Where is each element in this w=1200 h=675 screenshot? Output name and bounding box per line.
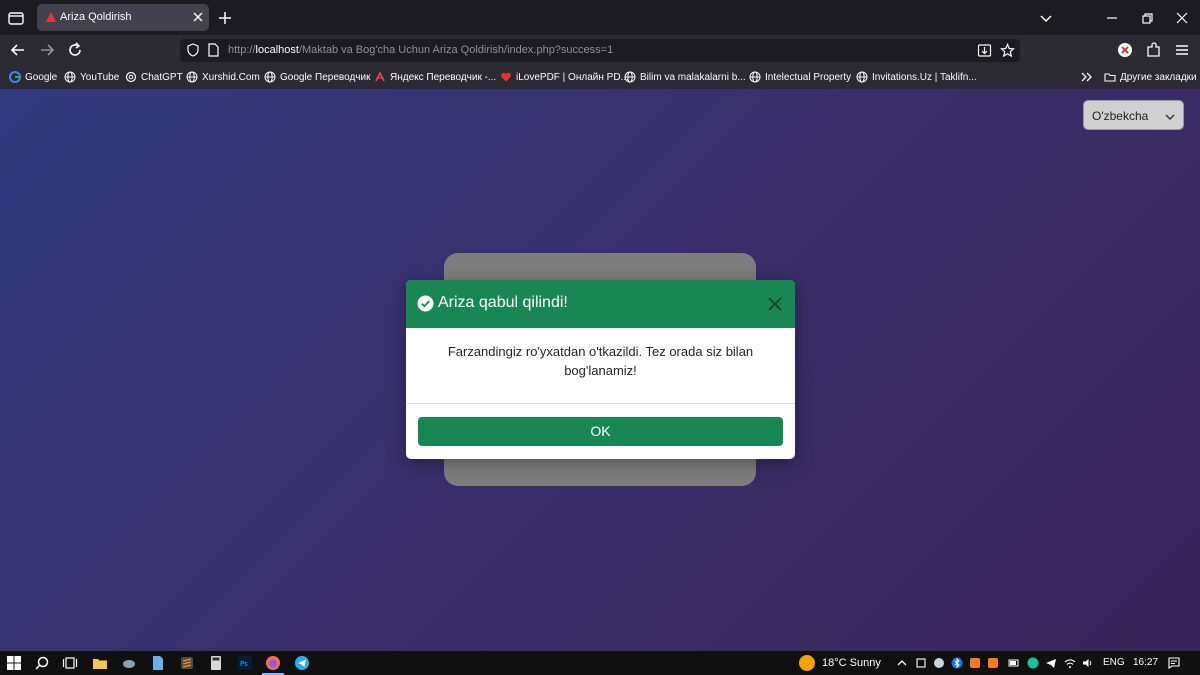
bookmarks-bar: Google YouTube ChatGPT Xurshid.Com Googl… (0, 65, 1200, 89)
bluetooth-icon[interactable] (951, 657, 963, 669)
xampp-icon[interactable] (969, 657, 981, 669)
yandex-icon (375, 71, 385, 82)
weather-text[interactable]: 18°C Sunny (822, 657, 881, 669)
double-chevron-right-icon[interactable] (1080, 70, 1094, 84)
menu-icon[interactable] (1173, 41, 1191, 59)
globe-icon (186, 71, 198, 83)
globe-icon (624, 71, 636, 83)
globe-icon (749, 71, 761, 83)
minimize-icon[interactable] (1104, 10, 1120, 26)
shield-icon[interactable] (186, 43, 200, 57)
xampp-icon[interactable] (987, 657, 999, 669)
new-tab-icon[interactable] (217, 10, 233, 26)
page-viewport: O'zbekcha Ariza qabul qilindi! Farzandin… (0, 89, 1200, 651)
windows-start-icon[interactable] (6, 655, 22, 671)
firefox-icon[interactable] (265, 655, 281, 671)
extension-x-icon[interactable] (1116, 41, 1134, 59)
language-select[interactable]: O'zbekcha (1083, 100, 1184, 130)
success-modal: Ariza qabul qilindi! Farzandingiz ro'yxa… (406, 280, 795, 459)
app-bird-icon[interactable] (121, 655, 137, 671)
browser-navigation-bar: http://localhost/Maktab va Bog'cha Uchun… (0, 35, 1200, 65)
bookmark-item[interactable]: Google (9, 70, 57, 84)
file-explorer-icon[interactable] (92, 655, 108, 671)
globe-icon (64, 71, 76, 83)
favicon-icon (46, 12, 56, 22)
telegram-tray-icon[interactable] (1045, 657, 1057, 669)
photoshop-icon[interactable]: Ps (237, 655, 253, 671)
globe-icon (264, 71, 276, 83)
extensions-puzzle-icon[interactable] (1145, 41, 1163, 59)
browser-tab-active[interactable]: Ariza Qoldirish (37, 4, 209, 31)
bookmark-item[interactable]: ChatGPT (125, 70, 183, 84)
language-select-value: O'zbekcha (1092, 109, 1149, 123)
check-circle-icon (417, 295, 434, 312)
bookmark-item[interactable]: Bilim va malakalarni b... (624, 70, 746, 84)
sun-icon[interactable] (799, 655, 815, 671)
browser-tab-bar: Ariza Qoldirish (0, 0, 1200, 35)
reload-icon[interactable] (66, 41, 84, 59)
bookmark-item[interactable]: Intelectual Property (749, 70, 851, 84)
bookmark-item[interactable]: YouTube (64, 70, 119, 84)
task-view-icon[interactable] (62, 655, 78, 671)
close-tab-icon[interactable] (191, 10, 205, 24)
svg-text:Ps: Ps (240, 660, 248, 668)
input-language[interactable]: ENG (1103, 657, 1125, 668)
back-arrow-icon[interactable] (9, 41, 27, 59)
tray-app-icon[interactable] (915, 657, 927, 669)
install-app-icon[interactable] (977, 43, 992, 58)
chevron-down-icon (1165, 114, 1175, 120)
modal-message: Farzandingiz ro'yxatdan o'tkazildi. Tez … (447, 344, 754, 378)
bookmark-item[interactable]: Google Переводчик (264, 70, 370, 84)
address-bar[interactable]: http://localhost/Maktab va Bog'cha Uchun… (180, 39, 1020, 62)
clock[interactable]: 16:27 (1133, 657, 1158, 668)
steam-icon[interactable] (933, 657, 945, 669)
chevron-down-icon[interactable] (1039, 11, 1053, 25)
forward-arrow-icon[interactable] (38, 41, 56, 59)
heart-icon (501, 72, 511, 82)
sublime-text-icon[interactable] (179, 655, 195, 671)
app-document-icon[interactable] (150, 655, 166, 671)
calculator-icon[interactable] (208, 655, 224, 671)
bookmark-star-icon[interactable] (1000, 43, 1015, 58)
globe-icon (856, 71, 868, 83)
modal-title: Ariza qabul qilindi! (438, 294, 568, 311)
bookmark-item[interactable]: Xurshid.Com (186, 70, 260, 84)
close-window-icon[interactable] (1174, 10, 1190, 26)
chatgpt-icon (125, 71, 137, 83)
wifi-icon[interactable] (1064, 657, 1076, 669)
other-bookmarks-folder[interactable]: Другие закладки (1104, 70, 1197, 84)
tab-title: Ariza Qoldirish (60, 11, 132, 23)
windows-taskbar: Ps 18°C Sunny ENG 16:27 (0, 651, 1200, 675)
bookmark-item[interactable]: iLovePDF | Онлайн PD... (500, 70, 629, 84)
bookmark-item[interactable]: Invitations.Uz | Taklifn... (856, 70, 977, 84)
search-icon[interactable] (34, 655, 50, 671)
modal-body: Farzandingiz ro'yxatdan o'tkazildi. Tez … (406, 328, 795, 404)
restore-icon[interactable] (1139, 10, 1155, 26)
ok-button[interactable]: OK (418, 417, 783, 446)
tab-list-icon[interactable] (6, 8, 26, 28)
close-icon[interactable] (767, 296, 783, 312)
notifications-icon[interactable] (1168, 657, 1180, 669)
url-text[interactable]: http://localhost/Maktab va Bog'cha Uchun… (228, 44, 613, 56)
google-icon (9, 71, 21, 83)
bookmark-item[interactable]: Яндекс Переводчик -... (374, 70, 496, 84)
modal-header: Ariza qabul qilindi! (406, 280, 795, 328)
folder-icon (1104, 73, 1116, 82)
volume-icon[interactable] (1082, 657, 1094, 669)
page-info-icon[interactable] (207, 43, 219, 57)
grammarly-icon[interactable] (1027, 657, 1039, 669)
chevron-up-icon[interactable] (896, 657, 908, 669)
telegram-icon[interactable] (294, 655, 310, 671)
battery-icon[interactable] (1008, 657, 1020, 669)
